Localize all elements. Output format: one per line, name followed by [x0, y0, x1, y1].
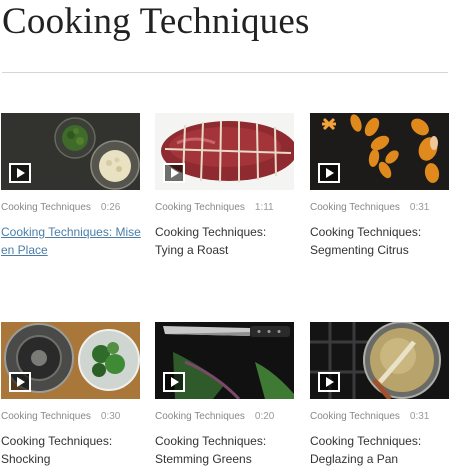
- video-title-link[interactable]: Cooking Techniques: Mise en Place: [1, 223, 141, 259]
- video-category: Cooking Techniques: [155, 411, 245, 422]
- video-title-link[interactable]: Cooking Techniques: Segmenting Citrus: [310, 223, 450, 259]
- video-category: Cooking Techniques: [1, 202, 91, 213]
- video-category: Cooking Techniques: [155, 202, 245, 213]
- video-category: Cooking Techniques: [310, 202, 400, 213]
- video-thumbnail[interactable]: [155, 322, 294, 399]
- video-thumbnail[interactable]: [155, 113, 294, 190]
- video-card: Cooking Techniques 0:20 Cooking Technique…: [155, 322, 295, 468]
- video-thumbnail[interactable]: [310, 322, 449, 399]
- video-card: Cooking Techniques 0:31 Cooking Technique…: [310, 322, 450, 468]
- video-title-link[interactable]: Cooking Techniques: Tying a Roast: [155, 223, 295, 259]
- video-card: Cooking Techniques 0:30 Cooking Technique…: [1, 322, 141, 468]
- play-icon[interactable]: [9, 163, 31, 183]
- video-category: Cooking Techniques: [310, 411, 400, 422]
- play-icon[interactable]: [318, 163, 340, 183]
- video-duration: 0:31: [409, 411, 430, 422]
- video-title-link[interactable]: Cooking Techniques: Stemming Greens: [155, 432, 295, 468]
- video-duration: 1:11: [254, 202, 274, 213]
- video-duration: 0:30: [100, 411, 121, 422]
- page-title: Cooking Techniques: [2, 1, 310, 42]
- video-duration: 0:26: [100, 202, 121, 213]
- video-duration: 0:20: [254, 411, 275, 422]
- play-icon[interactable]: [318, 372, 340, 392]
- video-card: Cooking Techniques 1:11 Cooking Technique…: [155, 113, 295, 259]
- play-icon[interactable]: [163, 163, 185, 183]
- title-divider: [2, 72, 448, 73]
- video-duration: 0:31: [409, 202, 430, 213]
- video-card: Cooking Techniques 0:31 Cooking Technique…: [310, 113, 450, 259]
- play-icon[interactable]: [9, 372, 31, 392]
- video-title-link[interactable]: Cooking Techniques: Deglazing a Pan: [310, 432, 450, 468]
- video-thumbnail[interactable]: [1, 322, 140, 399]
- video-category: Cooking Techniques: [1, 411, 91, 422]
- video-thumbnail[interactable]: [310, 113, 449, 190]
- video-thumbnail[interactable]: [1, 113, 140, 190]
- video-card: Cooking Techniques 0:26 Cooking Technique…: [1, 113, 141, 259]
- video-title-link[interactable]: Cooking Techniques: Shocking: [1, 432, 141, 468]
- play-icon[interactable]: [163, 372, 185, 392]
